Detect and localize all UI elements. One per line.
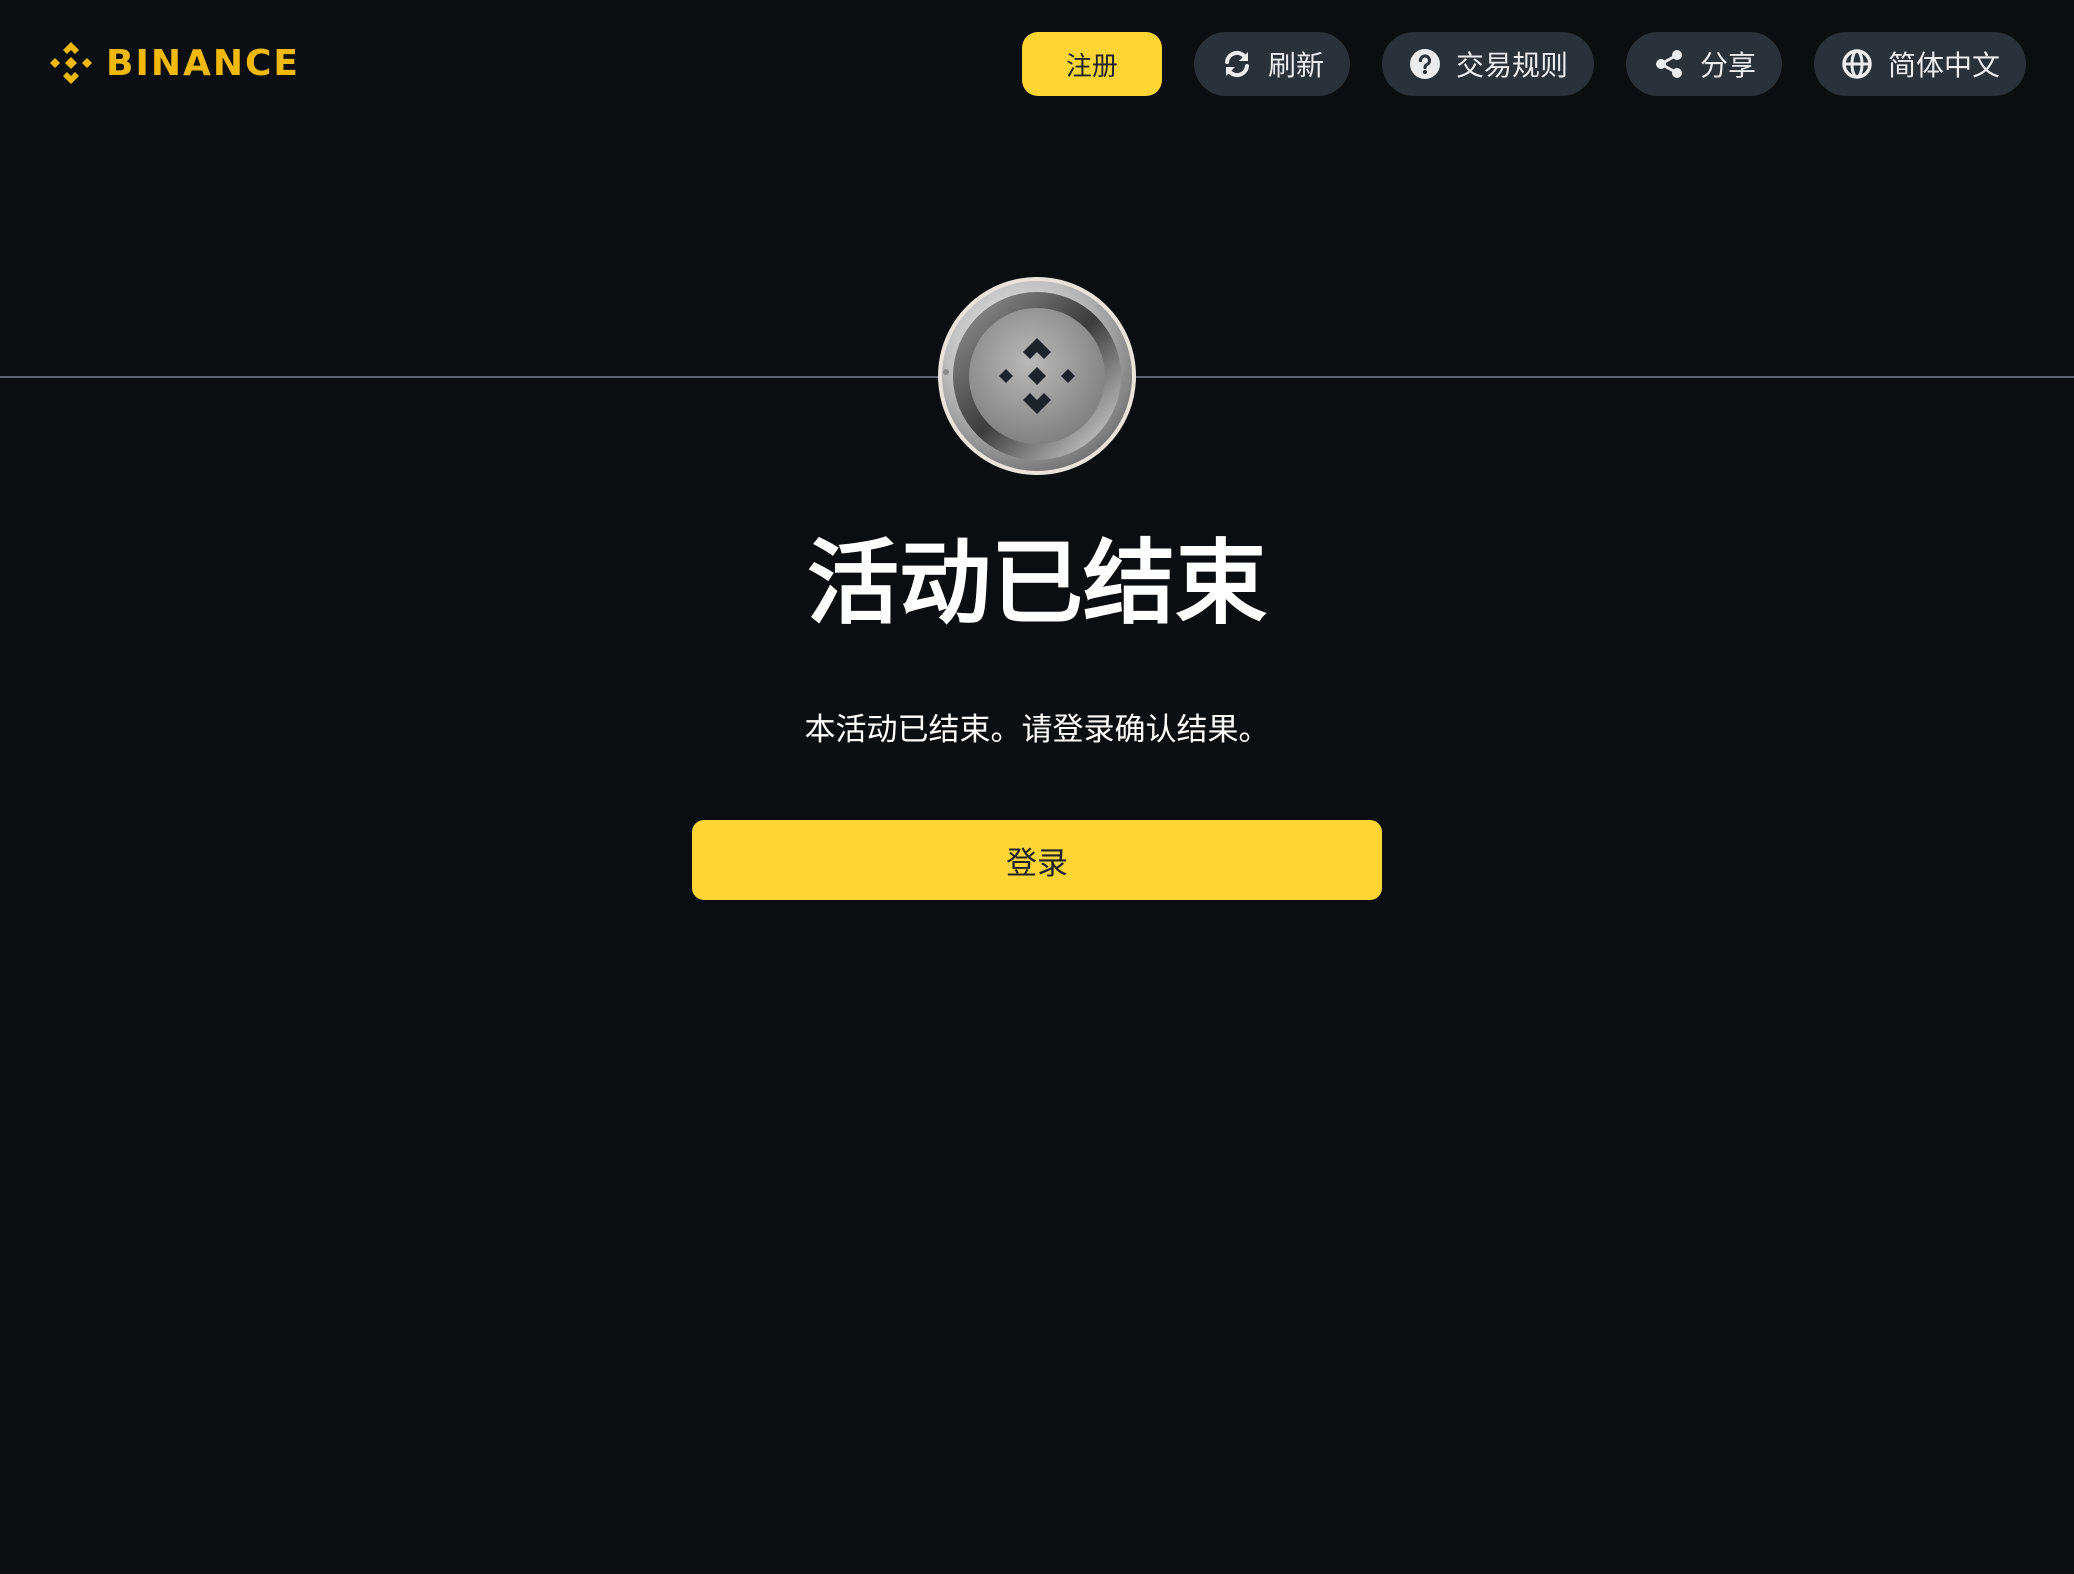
- trading-rules-label: 交易规则: [1455, 49, 1568, 82]
- event-ended-message: 本活动已结束。请登录确认结果。: [804, 712, 1270, 748]
- refresh-icon: [1220, 47, 1254, 81]
- share-icon: [1652, 47, 1686, 81]
- language-label: 简体中文: [1887, 49, 2000, 82]
- share-label: 分享: [1699, 49, 1756, 82]
- binance-logo[interactable]: BINANCE: [46, 36, 300, 90]
- header-nav: 注册 刷新 交易规则 分享 简体中文: [1021, 32, 2026, 96]
- refresh-label: 刷新: [1267, 49, 1324, 82]
- header: BINANCE 注册 刷新 交易规则 分享 简体中文: [0, 0, 2074, 128]
- page: BINANCE 注册 刷新 交易规则 分享 简体中文 活动已结束 本活动已结束。…: [0, 0, 2074, 1574]
- globe-icon: [1840, 47, 1874, 81]
- binance-logo-icon: [50, 42, 92, 84]
- login-button[interactable]: 登录: [692, 820, 1382, 900]
- bnb-coin-icon: [937, 276, 1137, 476]
- page-title: 活动已结束: [806, 530, 1267, 637]
- question-circle-icon: [1408, 47, 1442, 81]
- refresh-button[interactable]: 刷新: [1193, 32, 1350, 96]
- register-button[interactable]: 注册: [1021, 32, 1162, 96]
- logo-text: BINANCE: [106, 42, 300, 84]
- share-button[interactable]: 分享: [1625, 32, 1782, 96]
- trading-rules-button[interactable]: 交易规则: [1381, 32, 1594, 96]
- language-button[interactable]: 简体中文: [1813, 32, 2026, 96]
